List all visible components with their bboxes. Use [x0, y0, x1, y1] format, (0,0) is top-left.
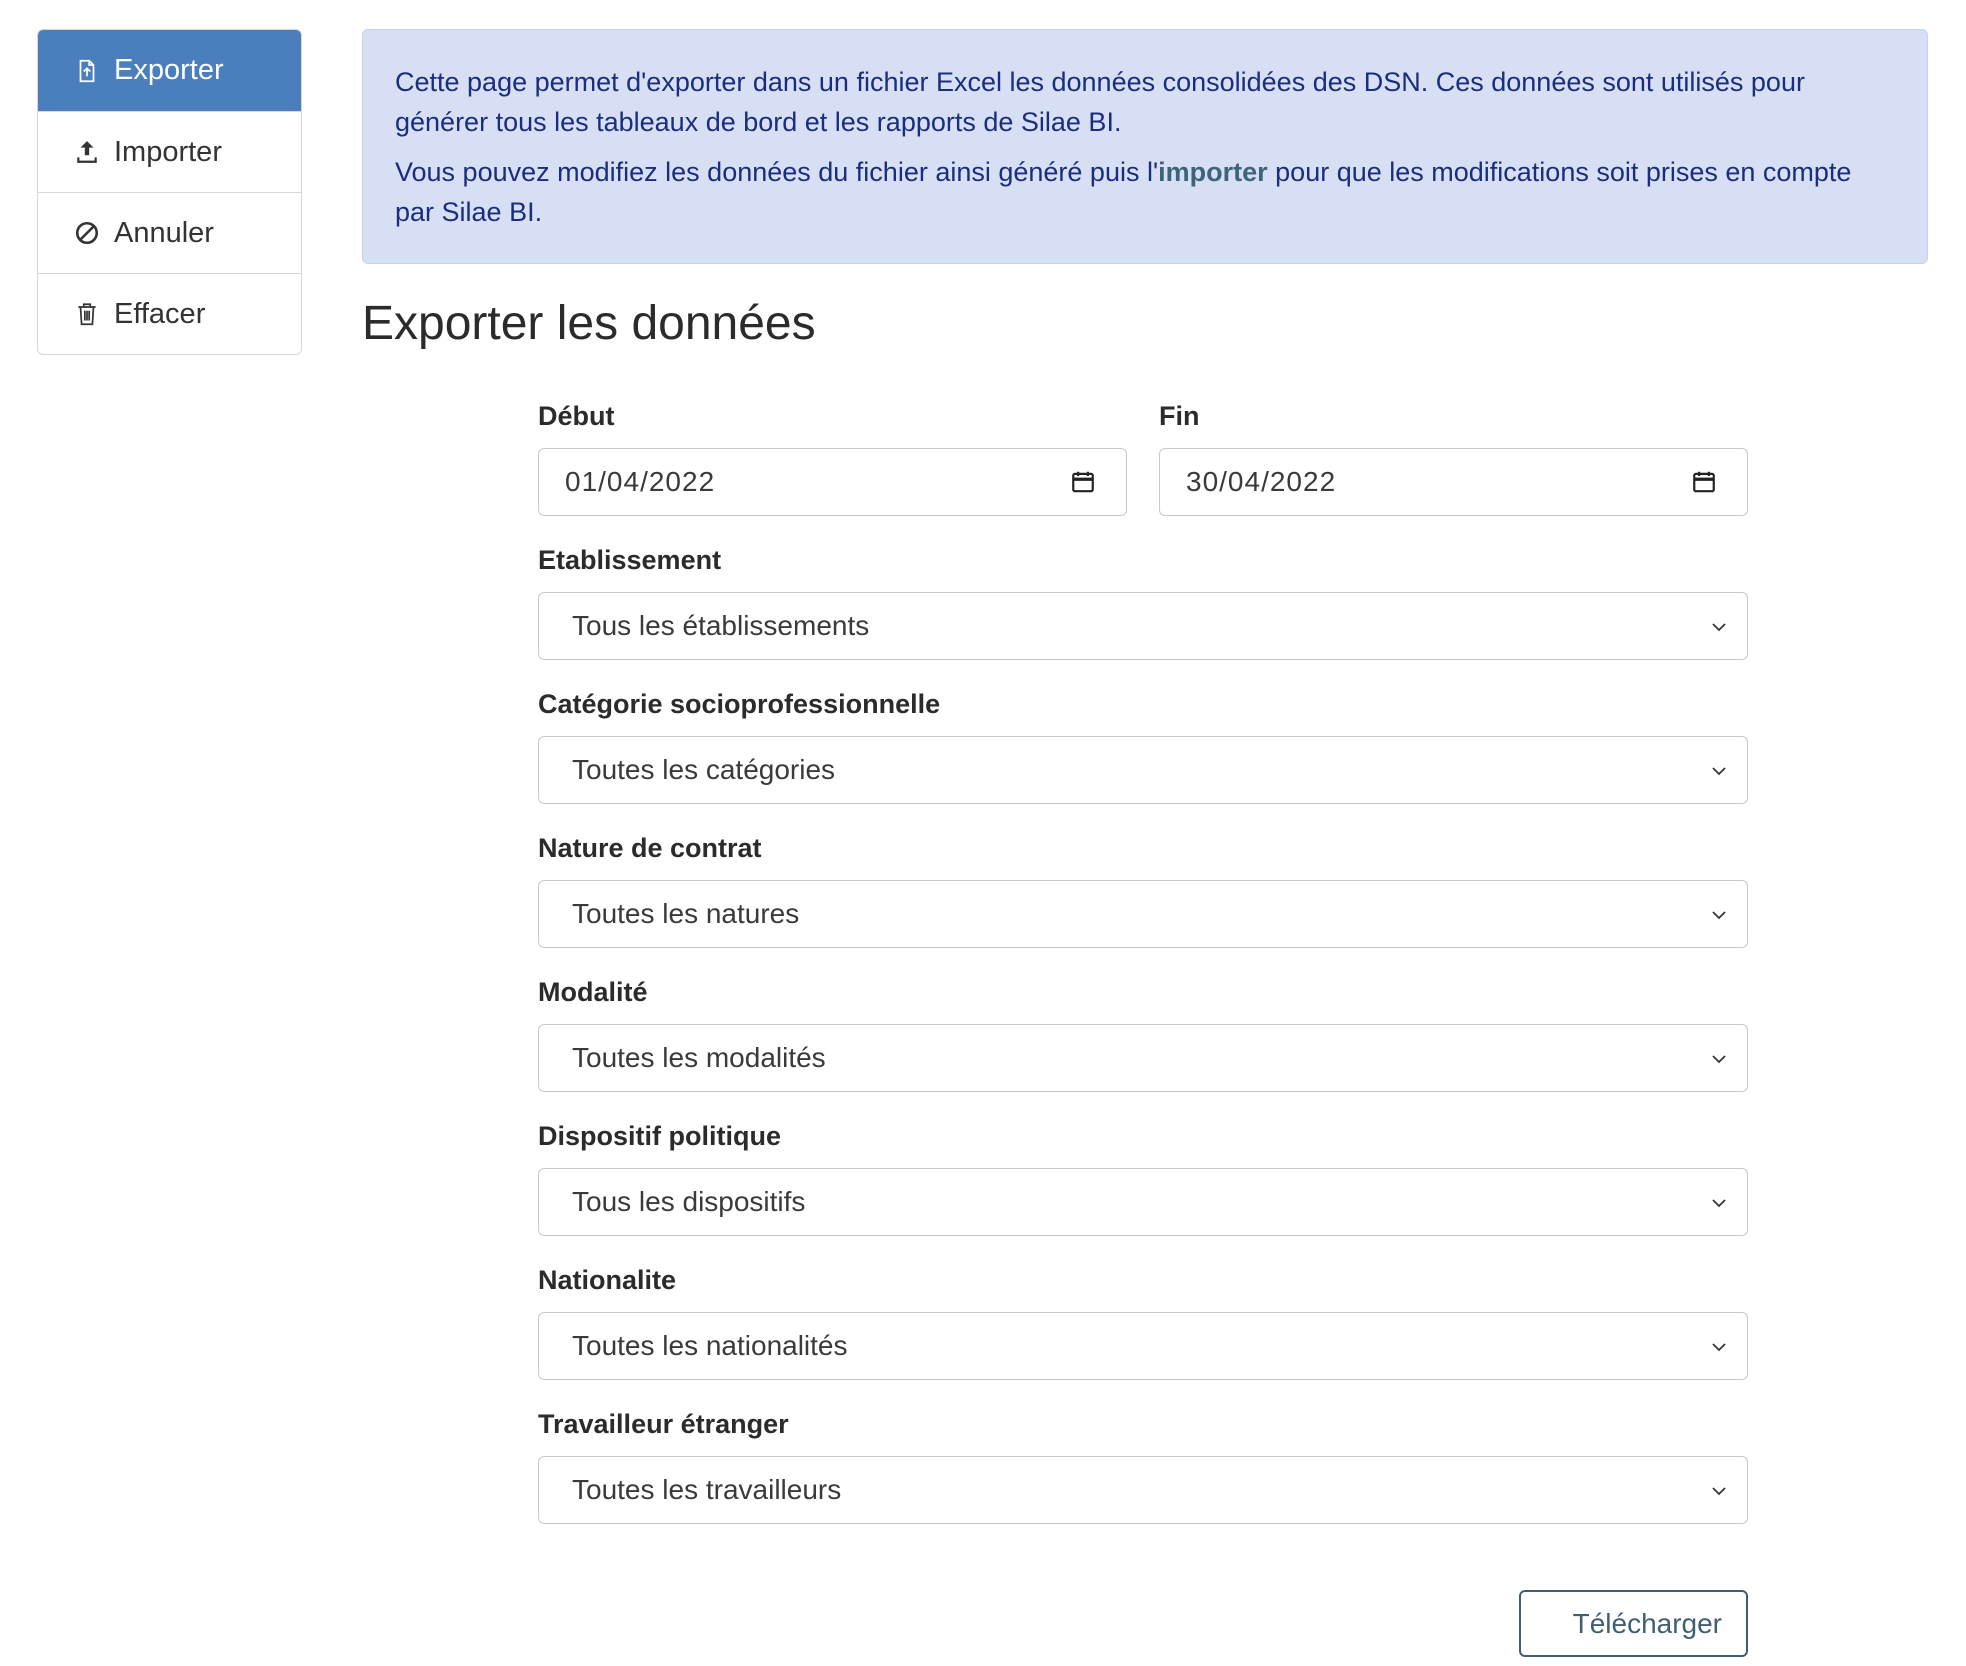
modalite-label: Modalité [538, 977, 648, 1007]
nature-value: Toutes les natures [572, 898, 800, 929]
dispositif-field-group: Dispositif politique Tous les dispositif… [538, 1120, 1748, 1236]
dispositif-value: Tous les dispositifs [572, 1186, 806, 1217]
sidebar-item-label: Exporter [114, 54, 224, 86]
debut-field-group: Début 01/04/2022 [538, 400, 1127, 516]
travailleur-value: Toutes les travailleurs [572, 1474, 842, 1505]
chevron-down-icon [1712, 1055, 1726, 1064]
nature-select[interactable]: Toutes les natures [538, 880, 1748, 948]
etablissement-label: Etablissement [538, 545, 722, 575]
modalite-field-group: Modalité Toutes les modalités [538, 976, 1748, 1092]
nationalite-value: Toutes les nationalités [572, 1330, 848, 1361]
sidebar-item-exporter[interactable]: Exporter [38, 30, 301, 111]
sidebar-item-annuler[interactable]: Annuler [38, 192, 301, 273]
fin-label: Fin [1159, 401, 1200, 431]
dispositif-select[interactable]: Tous les dispositifs [538, 1168, 1748, 1236]
chevron-down-icon [1712, 911, 1726, 920]
debut-label: Début [538, 401, 615, 431]
categorie-select[interactable]: Toutes les catégories [538, 736, 1748, 804]
fin-field-group: Fin 30/04/2022 [1159, 400, 1748, 516]
chevron-down-icon [1712, 1199, 1726, 1208]
travailleur-label: Travailleur étranger [538, 1409, 789, 1439]
travailleur-field-group: Travailleur étranger Toutes les travaill… [538, 1408, 1748, 1524]
chevron-down-icon [1712, 767, 1726, 776]
ban-icon [74, 220, 100, 246]
info-alert: Cette page permet d'exporter dans un fic… [362, 29, 1928, 264]
sidebar-item-label: Annuler [114, 216, 214, 249]
travailleur-select[interactable]: Toutes les travailleurs [538, 1456, 1748, 1524]
categorie-field-group: Catégorie socioprofessionnelle Toutes le… [538, 688, 1748, 804]
trash-icon [74, 301, 100, 327]
nationalite-label: Nationalite [538, 1265, 677, 1295]
nationalite-select[interactable]: Toutes les nationalités [538, 1312, 1748, 1380]
sidebar-item-importer[interactable]: Importer [38, 111, 301, 192]
page: Exporter Importer Annuler Effacer Cette … [0, 0, 1966, 1666]
date-range-row: Début 01/04/2022 Fin 30/04/2022 [538, 400, 1748, 544]
alert-text-2: Vous pouvez modifiez les données du fich… [395, 152, 1895, 232]
export-form: Début 01/04/2022 Fin 30/04/2022 Etabliss… [538, 400, 1748, 1552]
categorie-label: Catégorie socioprofessionnelle [538, 689, 941, 719]
nationalite-field-group: Nationalite Toutes les nationalités [538, 1264, 1748, 1380]
importer-link[interactable]: importer [1158, 157, 1268, 187]
etablissement-select[interactable]: Tous les établissements [538, 592, 1748, 660]
nature-label: Nature de contrat [538, 833, 762, 863]
categorie-value: Toutes les catégories [572, 754, 836, 785]
calendar-icon[interactable] [1691, 469, 1717, 495]
sidebar-item-label: Importer [114, 135, 222, 168]
dispositif-label: Dispositif politique [538, 1121, 781, 1151]
calendar-icon[interactable] [1070, 469, 1096, 495]
nature-field-group: Nature de contrat Toutes les natures [538, 832, 1748, 948]
sidebar: Exporter Importer Annuler Effacer [37, 29, 302, 355]
upload-icon [74, 139, 100, 165]
download-button[interactable]: Télécharger [1519, 1590, 1748, 1657]
modalite-select[interactable]: Toutes les modalités [538, 1024, 1748, 1092]
debut-date-input[interactable]: 01/04/2022 [538, 448, 1127, 516]
page-title: Exporter les données [362, 297, 816, 350]
sidebar-item-label: Effacer [114, 297, 206, 330]
chevron-down-icon [1712, 623, 1726, 632]
modalite-value: Toutes les modalités [572, 1042, 826, 1073]
alert-text-1: Cette page permet d'exporter dans un fic… [395, 67, 1805, 137]
etablissement-value: Tous les établissements [572, 610, 870, 641]
fin-date-input[interactable]: 30/04/2022 [1159, 448, 1748, 516]
etablissement-field-group: Etablissement Tous les établissements [538, 544, 1748, 660]
chevron-down-icon [1712, 1487, 1726, 1496]
debut-value: 01/04/2022 [565, 466, 716, 497]
alert-text-2-start: Vous pouvez modifiez les données du fich… [395, 157, 1159, 187]
sidebar-item-effacer[interactable]: Effacer [38, 273, 301, 354]
fin-value: 30/04/2022 [1186, 466, 1337, 497]
file-export-icon [74, 58, 100, 84]
chevron-down-icon [1712, 1343, 1726, 1352]
